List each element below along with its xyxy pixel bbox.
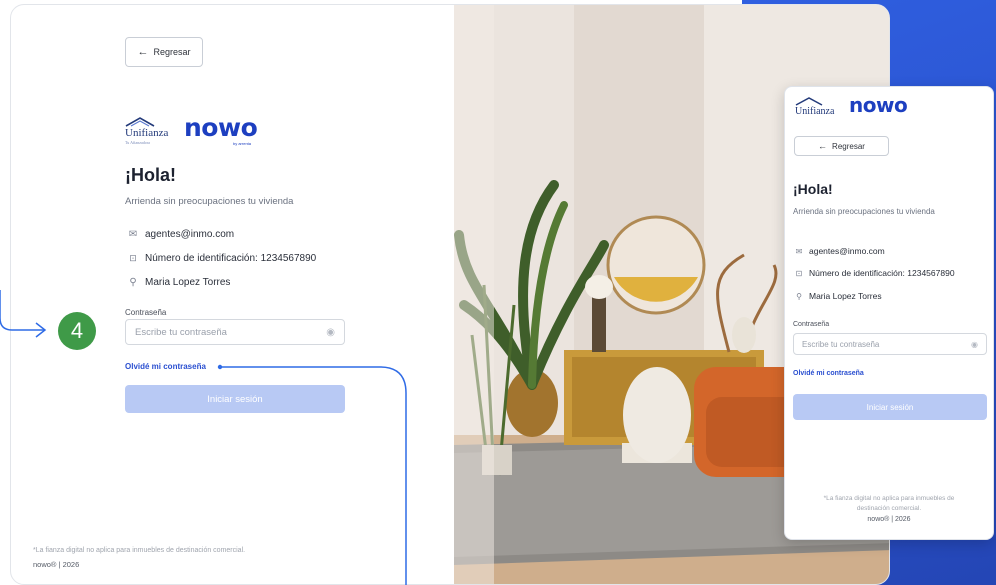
- email-value-mobile: agentes@inmo.com: [809, 246, 885, 256]
- id-card-icon: ⊡: [795, 268, 803, 278]
- password-placeholder-mobile: Escribe tu contraseña: [802, 339, 880, 349]
- footnote-mobile-line2: destinación comercial.: [856, 505, 922, 512]
- user-icon: ⚲: [796, 291, 802, 301]
- arrow-left-icon: ←: [818, 141, 828, 151]
- nowo-logo-mobile: nowo: [849, 93, 908, 117]
- eye-icon[interactable]: ◉: [971, 340, 978, 349]
- greeting-title-mobile: ¡Hola!: [793, 181, 833, 197]
- forgot-password-link-mobile[interactable]: Olvidé mi contraseña: [793, 370, 864, 377]
- copyright-mobile: nowo® | 2026: [867, 516, 911, 523]
- footnote-mobile-line1: *La fianza digital no aplica para inmueb…: [823, 495, 955, 502]
- step-badge: 4: [58, 312, 96, 350]
- mail-icon: ✉: [795, 246, 803, 256]
- name-row-mobile: ⚲ Maria Lopez Torres: [793, 291, 882, 301]
- password-label-mobile: Contraseña: [793, 321, 830, 328]
- subtitle-mobile: Arrienda sin preocupaciones tu vivienda: [793, 207, 935, 216]
- back-button-mobile[interactable]: ← Regresar: [794, 136, 889, 156]
- back-button-label-mobile: Regresar: [832, 141, 865, 151]
- unifianza-logo-mobile: Unifianza: [795, 106, 835, 117]
- id-row-mobile: ⊡ Número de identificación: 1234567890: [793, 268, 955, 278]
- login-button-label-mobile: Iniciar sesión: [866, 402, 914, 412]
- mobile-preview: Unifianza nowo ← Regresar ¡Hola! Arriend…: [784, 86, 994, 540]
- name-value-mobile: Maria Lopez Torres: [809, 291, 882, 301]
- email-row-mobile: ✉ agentes@inmo.com: [793, 246, 885, 256]
- login-button-mobile[interactable]: Iniciar sesión: [793, 394, 987, 420]
- id-value-mobile: Número de identificación: 1234567890: [809, 268, 955, 278]
- unifianza-roof-icon-mobile: [795, 97, 823, 106]
- password-input-mobile[interactable]: Escribe tu contraseña ◉: [793, 333, 987, 355]
